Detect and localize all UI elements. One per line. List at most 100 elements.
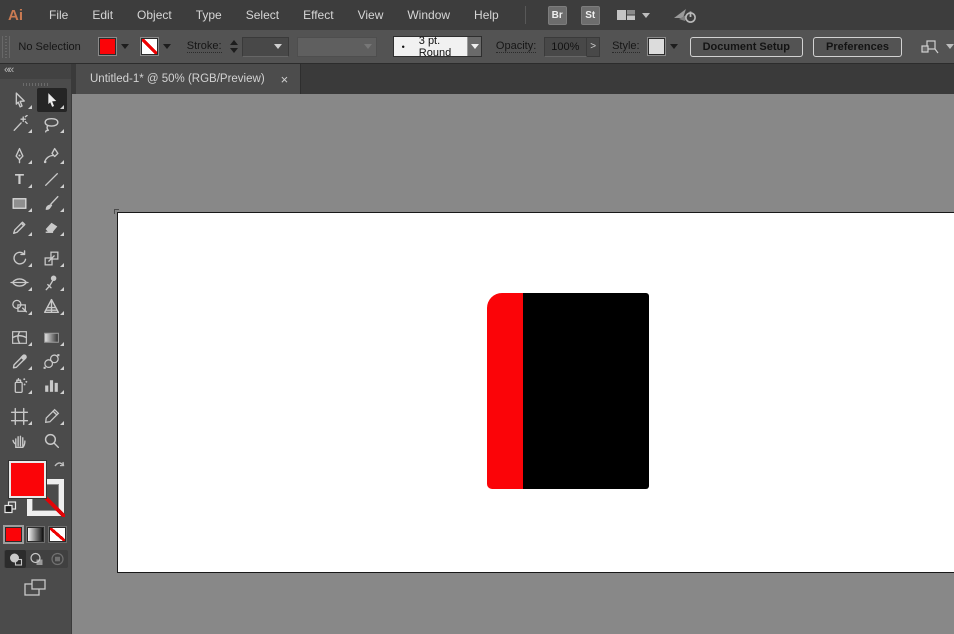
fill-stroke-controls (0, 461, 72, 519)
none-button[interactable] (48, 526, 67, 543)
stroke-weight-stepper[interactable] (229, 40, 238, 53)
document-tab-title: Untitled-1* @ 50% (RGB/Preview) (90, 73, 265, 85)
stroke-weight-dropdown[interactable] (241, 36, 289, 57)
menu-object[interactable]: Object (125, 0, 184, 30)
black-rectangle-shape[interactable] (523, 293, 649, 489)
symbol-sprayer-tool[interactable] (5, 373, 35, 397)
color-button[interactable] (3, 525, 24, 544)
menu-select[interactable]: Select (234, 0, 291, 30)
stepper-up-icon[interactable] (229, 40, 238, 45)
change-screen-mode-button[interactable] (0, 578, 71, 598)
shape-builder-icon (12, 299, 28, 312)
default-fill-stroke-icon[interactable] (4, 501, 17, 514)
type-icon: T (14, 170, 25, 188)
paintbrush-tool[interactable] (37, 191, 67, 215)
width-profile-dropdown (296, 36, 377, 57)
artboard-tool[interactable] (5, 404, 35, 428)
fill-color-proxy[interactable] (9, 461, 46, 498)
select-similar-options[interactable] (918, 38, 954, 56)
select-similar-icon (921, 39, 939, 53)
brush-definition-dropdown[interactable]: • 3 pt. Round (392, 35, 482, 59)
perspective-grid-tool[interactable] (37, 294, 67, 318)
draw-behind-button[interactable] (26, 550, 47, 568)
workspace-switcher[interactable] (616, 7, 650, 23)
brush-dropdown-toggle[interactable] (467, 37, 481, 56)
menu-effect[interactable]: Effect (291, 0, 345, 30)
blend-tool[interactable] (37, 349, 67, 373)
menu-window[interactable]: Window (395, 0, 462, 30)
document-tab[interactable]: Untitled-1* @ 50% (RGB/Preview) × (76, 64, 302, 94)
gradient-icon (44, 332, 59, 343)
gradient-button[interactable] (26, 526, 45, 543)
rotate-icon (13, 249, 27, 265)
stroke-weight-label[interactable]: Stroke: (186, 40, 222, 53)
pencil-tool[interactable] (5, 215, 35, 239)
panel-grip-handle[interactable] (2, 35, 11, 58)
slice-tool[interactable] (37, 404, 67, 428)
perspective-grid-icon (43, 298, 60, 313)
scale-tool[interactable] (37, 246, 67, 270)
opacity-input[interactable]: 100% (544, 36, 588, 57)
paintbrush-icon (45, 195, 59, 210)
direct-selection-tool[interactable] (36, 88, 67, 112)
type-tool[interactable]: T (5, 167, 35, 191)
hand-icon (12, 435, 26, 448)
line-segment-tool[interactable] (37, 167, 67, 191)
column-graph-tool[interactable] (37, 373, 67, 397)
zoom-tool[interactable] (37, 428, 67, 452)
menu-help[interactable]: Help (462, 0, 511, 30)
stroke-none-swatch[interactable] (139, 37, 159, 56)
canvas-area[interactable] (72, 94, 954, 634)
width-icon (10, 277, 29, 287)
width-tool[interactable] (5, 270, 35, 294)
draw-normal-button[interactable] (4, 550, 26, 568)
puppet-warp-tool[interactable] (37, 270, 67, 294)
stroke-color-dropdown[interactable] (139, 37, 171, 56)
style-dropdown[interactable] (646, 37, 678, 56)
magic-wand-icon (13, 114, 28, 131)
opacity-label[interactable]: Opacity: (495, 40, 537, 53)
chevron-down-icon (162, 44, 171, 49)
fill-color-swatch[interactable] (97, 37, 117, 56)
eraser-tool[interactable] (37, 215, 67, 239)
rectangle-icon (12, 197, 27, 209)
gradient-tool[interactable] (37, 325, 67, 349)
brush-name: 3 pt. Round (418, 34, 452, 59)
mesh-icon (11, 330, 28, 344)
hand-tool[interactable] (5, 428, 35, 452)
menu-edit[interactable]: Edit (80, 0, 125, 30)
sync-settings-button[interactable] (672, 5, 698, 25)
magic-wand-tool[interactable] (5, 112, 35, 136)
panel-grip-handle[interactable] (22, 83, 49, 86)
swap-fill-stroke-icon[interactable] (52, 461, 66, 474)
collapse-panel-button[interactable]: «« (0, 64, 71, 79)
mesh-tool[interactable] (5, 325, 35, 349)
document-setup-button[interactable]: Document Setup (689, 36, 803, 57)
pen-tool[interactable] (5, 143, 35, 167)
fill-color-dropdown[interactable] (97, 37, 129, 56)
menu-type[interactable]: Type (184, 0, 234, 30)
brush-preview[interactable]: • 3 pt. Round (394, 35, 468, 59)
selection-tool[interactable] (5, 88, 35, 112)
opacity-options-button[interactable]: > (587, 36, 601, 57)
preferences-button[interactable]: Preferences (813, 36, 902, 57)
draw-inside-icon (50, 552, 64, 566)
menu-view[interactable]: View (346, 0, 396, 30)
stepper-down-icon[interactable] (229, 48, 238, 53)
rotate-tool[interactable] (5, 246, 35, 270)
red-spine-shape[interactable] (487, 293, 524, 489)
menu-bar: Ai File Edit Object Type Select Effect V… (0, 0, 954, 30)
stock-icon[interactable]: St (580, 5, 600, 25)
curvature-tool[interactable] (37, 143, 67, 167)
eyedropper-tool[interactable] (5, 349, 35, 373)
rectangle-tool[interactable] (5, 191, 35, 215)
pencil-icon (13, 221, 26, 234)
style-label[interactable]: Style: (612, 40, 640, 53)
menu-file[interactable]: File (37, 0, 80, 30)
lasso-tool[interactable] (37, 112, 67, 136)
paint-style-buttons (0, 525, 71, 544)
shape-builder-tool[interactable] (5, 294, 35, 318)
bridge-icon[interactable]: Br (547, 5, 567, 25)
close-icon[interactable]: × (281, 72, 289, 87)
style-swatch[interactable] (646, 37, 666, 56)
